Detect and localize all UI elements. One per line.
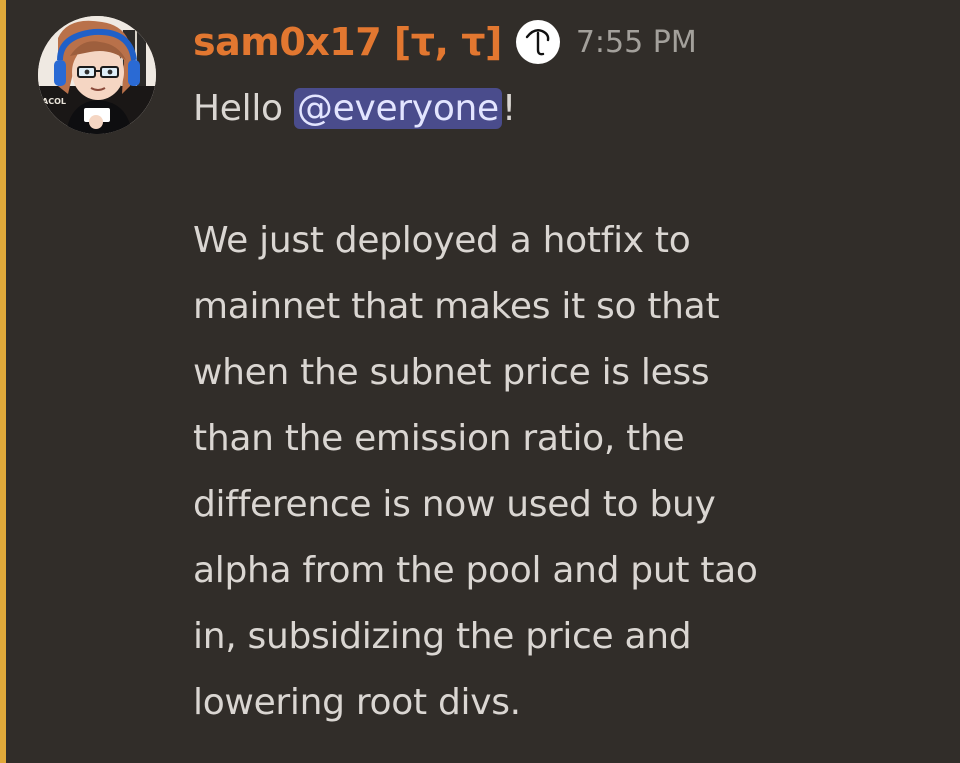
message-line: alpha from the pool and put tao [193, 550, 758, 591]
greeting-line: Hello @everyone! [193, 76, 933, 142]
greeting-text: Hello [193, 88, 294, 129]
tau-role-icon[interactable] [515, 20, 560, 64]
message-line: difference is now used to buy [193, 484, 716, 525]
chat-message: ACOL sam0x17 [τ, τ] 7:55 PM Hello @every… [0, 0, 960, 763]
mention-highlight-bar [0, 0, 6, 763]
avatar[interactable]: ACOL [38, 16, 156, 134]
message-line: We just deployed a hotfix to [193, 220, 691, 261]
tau-glyph-icon [525, 29, 550, 56]
avatar-image: ACOL [38, 16, 156, 134]
username[interactable]: sam0x17 [τ, τ] [193, 20, 502, 64]
message-line: mainnet that makes it so that [193, 286, 720, 327]
message-header: sam0x17 [τ, τ] 7:55 PM [193, 14, 697, 70]
message-line: in, subsidizing the price and [193, 616, 692, 657]
greeting-punctuation: ! [501, 88, 517, 129]
message-content: Hello @everyone! We just deployed a hotf… [193, 76, 933, 736]
timestamp: 7:55 PM [575, 24, 697, 60]
avatar-sign: ACOL [42, 97, 66, 106]
message-line: when the subnet price is less [193, 352, 710, 393]
everyone-mention[interactable]: @everyone [293, 88, 502, 129]
message-line: lowering root divs. [193, 682, 521, 723]
message-line: than the emission ratio, the [193, 418, 685, 459]
